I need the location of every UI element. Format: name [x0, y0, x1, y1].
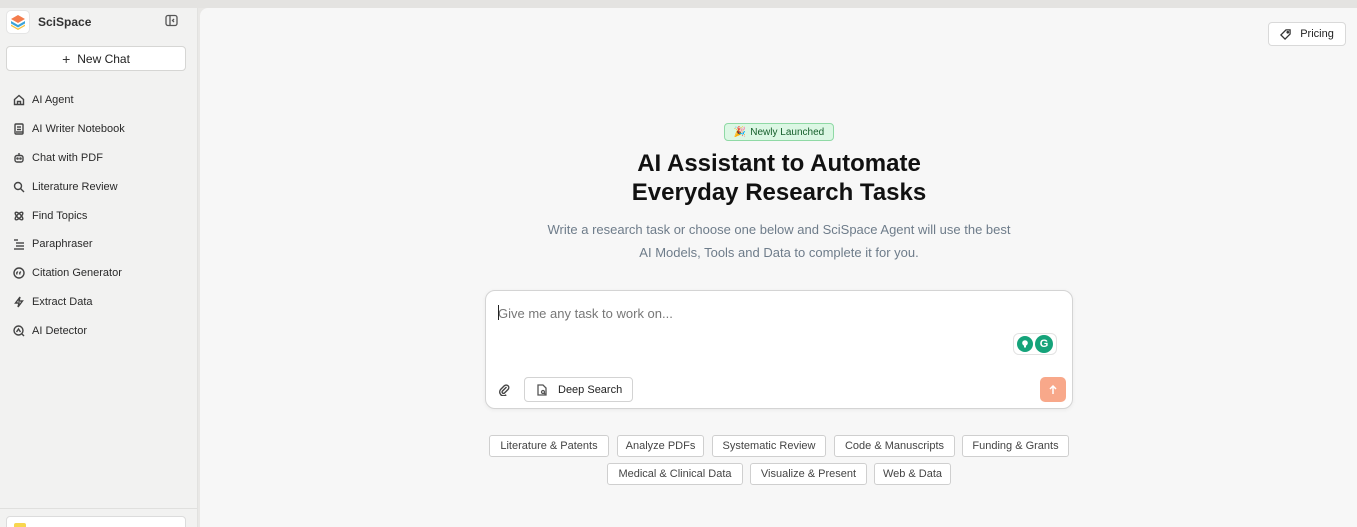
party-popper-icon: 🎉 [733, 126, 747, 138]
page-title: AI Assistant to Automate Everyday Resear… [578, 149, 980, 207]
chip-funding-grants[interactable]: Funding & Grants [962, 435, 1069, 457]
chip-visualize-present[interactable]: Visualize & Present [750, 463, 867, 485]
chip-medical-clinical-data[interactable]: Medical & Clinical Data [607, 463, 743, 485]
plus-icon: + [62, 50, 71, 67]
sidebar-item-label: AI Detector [32, 324, 88, 337]
new-chat-label: New Chat [77, 51, 130, 66]
sidebar-item-label: Citation Generator [32, 267, 122, 280]
sidebar-item-ai-agent[interactable]: AI Agent [0, 86, 198, 115]
lightbulb-icon[interactable] [1017, 336, 1033, 352]
sidebar-item-ai-writer-notebook[interactable]: AI Writer Notebook [0, 115, 198, 144]
sidebar-item-chat-with-pdf[interactable]: Chat with PDF [0, 144, 198, 173]
tag-icon [1280, 28, 1291, 40]
send-button[interactable] [1040, 377, 1066, 402]
search-icon [13, 181, 25, 193]
badge-label: Newly Launched [750, 126, 825, 138]
text-caret [498, 305, 499, 320]
main-area: Pricing 🎉 Newly Launched AI Assistant to… [200, 8, 1357, 527]
sidebar-item-extract-data[interactable]: Extract Data [0, 288, 198, 317]
deep-search-label: Deep Search [558, 383, 623, 396]
sidebar-item-label: Paraphraser [32, 238, 93, 251]
lines-icon [13, 238, 25, 251]
home-icon [13, 94, 25, 106]
bolt-icon [13, 296, 25, 308]
subtitle-line-1: Write a research task or choose one belo… [547, 222, 1011, 237]
card-icon [14, 523, 26, 527]
sidebar-item-literature-review[interactable]: Literature Review [0, 172, 198, 201]
sidebar-item-label: Chat with PDF [32, 151, 103, 164]
page-subtitle: Write a research task or choose one belo… [528, 218, 1030, 264]
sidebar-bottom-card[interactable] [6, 516, 186, 527]
pricing-button[interactable]: Pricing [1268, 22, 1346, 46]
chip-literature-patents[interactable]: Literature & Patents [489, 435, 609, 457]
sidebar: SciSpace + New Chat AI Agent AI Writer N… [0, 8, 198, 527]
quote-circle-icon [13, 267, 25, 279]
scispace-logo-icon [6, 10, 30, 34]
title-line-1: AI Assistant to Automate [637, 150, 921, 177]
window-top-strip [0, 0, 1357, 8]
chip-analyze-pdfs[interactable]: Analyze PDFs [617, 435, 704, 457]
sidebar-item-label: Literature Review [32, 180, 118, 193]
attach-icon[interactable] [498, 383, 512, 397]
new-chat-button[interactable]: + New Chat [6, 46, 186, 71]
app-name: SciSpace [38, 15, 92, 29]
sidebar-item-paraphraser[interactable]: Paraphraser [0, 230, 198, 259]
sidebar-item-label: AI Writer Notebook [32, 123, 125, 136]
chip-web-data[interactable]: Web & Data [874, 463, 951, 485]
pricing-label: Pricing [1300, 28, 1334, 40]
atom-icon [13, 210, 25, 222]
sidebar-item-find-topics[interactable]: Find Topics [0, 201, 198, 230]
task-composer: G Deep Search [485, 290, 1073, 409]
sidebar-item-label: Find Topics [32, 209, 88, 222]
brand[interactable]: SciSpace [6, 10, 91, 34]
chip-systematic-review[interactable]: Systematic Review [712, 435, 826, 457]
newly-launched-badge: 🎉 Newly Launched [724, 123, 834, 141]
deep-search-button[interactable]: Deep Search [524, 377, 633, 402]
sidebar-nav: AI Agent AI Writer Notebook Chat with PD… [0, 86, 198, 345]
detector-icon [13, 325, 25, 337]
sidebar-item-label: Extract Data [32, 295, 93, 308]
document-search-icon [537, 383, 547, 396]
robot-icon [13, 152, 25, 164]
notebook-icon [13, 123, 25, 135]
sidebar-item-ai-detector[interactable]: AI Detector [0, 316, 198, 345]
title-line-2: Everyday Research Tasks [631, 179, 927, 206]
chip-code-manuscripts[interactable]: Code & Manuscripts [834, 435, 955, 457]
sidebar-item-citation-generator[interactable]: Citation Generator [0, 259, 198, 288]
grammarly-icon[interactable]: G [1035, 335, 1053, 353]
sidebar-divider [0, 508, 197, 509]
sidebar-item-label: AI Agent [32, 94, 74, 107]
extension-icons: G [1013, 333, 1057, 355]
sidebar-toggle-icon[interactable] [164, 13, 178, 27]
arrow-up-icon [1049, 384, 1057, 394]
subtitle-line-2: AI Models, Tools and Data to complete it… [639, 245, 919, 260]
task-input[interactable] [498, 302, 978, 324]
